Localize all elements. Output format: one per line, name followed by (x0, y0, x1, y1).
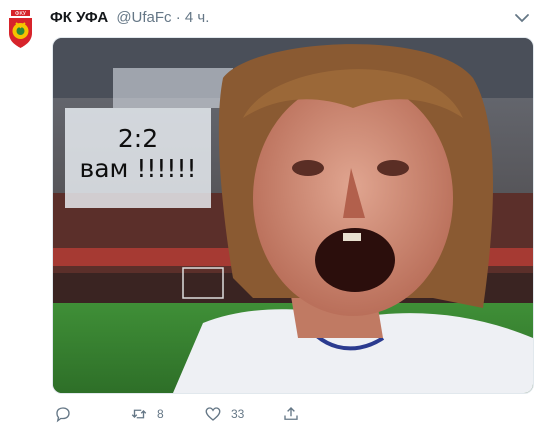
heart-icon (205, 407, 221, 421)
tweet-header: ФК УФА @UfaFc · 4 ч. (50, 8, 500, 28)
tweet-image[interactable]: 2:2 вам !!!!!! (52, 37, 534, 394)
photo-scene (53, 38, 533, 393)
retweet-count: 8 (157, 407, 164, 421)
separator: · (175, 9, 181, 26)
overlay-score: 2:2 (117, 124, 159, 153)
share-icon (284, 407, 298, 420)
like-button[interactable]: 33 (204, 402, 244, 426)
reply-icon (56, 407, 70, 423)
avatar[interactable]: ФКУ (6, 9, 35, 49)
share-button[interactable] (282, 402, 300, 426)
timestamp[interactable]: 4 ч. (185, 9, 210, 26)
chevron-down-icon (515, 14, 529, 23)
retweet-button[interactable]: 8 (130, 402, 164, 426)
svg-text:ФКУ: ФКУ (15, 11, 26, 17)
author-handle[interactable]: @UfaFc (116, 9, 171, 26)
image-caption-overlay: 2:2 вам !!!!!! (65, 108, 211, 208)
like-count: 33 (231, 407, 245, 421)
author-name[interactable]: ФК УФА (50, 9, 108, 26)
club-crest-icon: ФКУ (6, 9, 35, 49)
retweet-icon (131, 409, 147, 419)
reply-button[interactable] (54, 402, 72, 426)
more-menu-button[interactable] (514, 10, 530, 26)
tweet: ФКУ ФК УФА @UfaFc · 4 ч. 2:2 вам !!!!!! … (0, 0, 540, 432)
overlay-text: вам !!!!!! (79, 154, 197, 183)
tweet-actions: 8 33 (52, 402, 472, 426)
